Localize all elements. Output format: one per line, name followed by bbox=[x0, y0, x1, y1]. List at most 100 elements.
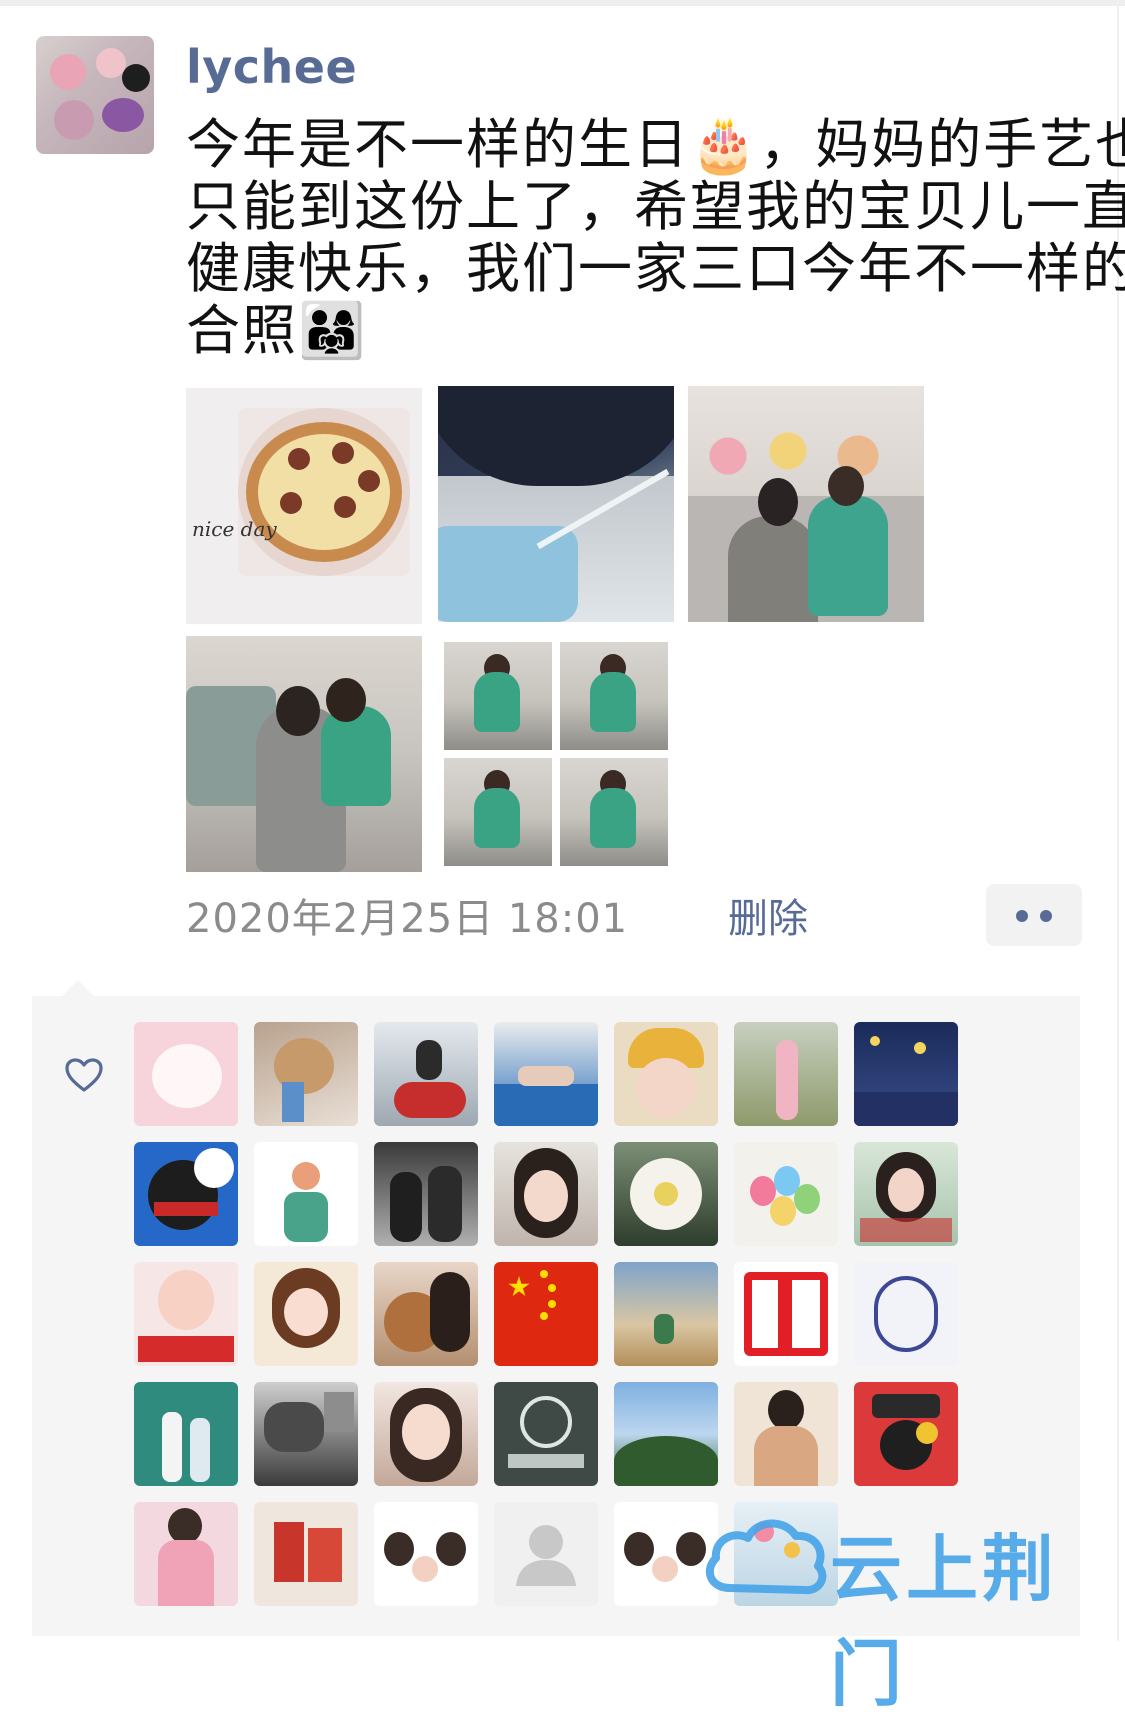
collage-child bbox=[590, 672, 636, 732]
flag-star-icon bbox=[548, 1300, 556, 1308]
post-timestamp: 2020年2月25日 18:01 bbox=[186, 896, 629, 942]
collage-cell bbox=[444, 758, 552, 866]
avatar-shape bbox=[636, 1058, 696, 1118]
photo-child bbox=[808, 496, 888, 616]
avatar-shape bbox=[768, 1390, 804, 1430]
liker-avatar[interactable] bbox=[134, 1262, 238, 1366]
photo-hat bbox=[438, 386, 674, 486]
liker-avatar[interactable] bbox=[734, 1262, 838, 1366]
avatar-shape bbox=[282, 1082, 304, 1122]
liker-avatar[interactable] bbox=[374, 1382, 478, 1486]
avatar-shape bbox=[624, 1532, 654, 1566]
liker-avatar[interactable] bbox=[374, 1022, 478, 1126]
post-photo-cake[interactable]: nice day bbox=[186, 388, 422, 624]
liker-avatar[interactable] bbox=[374, 1502, 478, 1606]
liker-avatar[interactable] bbox=[254, 1022, 358, 1126]
avatar-shape bbox=[308, 1528, 342, 1582]
avatar-shape bbox=[152, 1044, 222, 1108]
avatar-shape bbox=[860, 1218, 952, 1242]
cloud-logo-icon bbox=[705, 1519, 827, 1595]
flag-star-icon bbox=[540, 1270, 548, 1278]
flag-star-icon bbox=[508, 1276, 530, 1297]
photo-head bbox=[276, 686, 320, 736]
cake-topping bbox=[288, 448, 310, 470]
avatar-shape bbox=[158, 1540, 214, 1606]
liker-avatar[interactable] bbox=[854, 1382, 958, 1486]
liker-avatar[interactable] bbox=[254, 1382, 358, 1486]
avatar-shape bbox=[524, 1170, 568, 1222]
liker-avatar[interactable] bbox=[614, 1142, 718, 1246]
liker-avatar[interactable] bbox=[494, 1382, 598, 1486]
liker-avatar[interactable] bbox=[614, 1022, 718, 1126]
police-badge-icon bbox=[508, 1454, 584, 1468]
post-photo-collage[interactable] bbox=[438, 636, 674, 872]
liker-avatar[interactable] bbox=[734, 1382, 838, 1486]
avatar-shape bbox=[428, 1166, 462, 1242]
collage-cell bbox=[560, 758, 668, 866]
avatar-shape bbox=[274, 1522, 304, 1582]
photo-mother bbox=[728, 516, 818, 622]
heart-icon bbox=[65, 1058, 103, 1092]
more-dot-icon bbox=[1016, 910, 1028, 922]
avatar-shape bbox=[284, 1288, 328, 1336]
liker-avatar[interactable] bbox=[614, 1382, 718, 1486]
liker-avatar[interactable] bbox=[494, 1022, 598, 1126]
avatar-shape bbox=[518, 1066, 574, 1086]
avatar-shape bbox=[652, 1556, 678, 1582]
liker-avatar[interactable] bbox=[854, 1022, 958, 1126]
avatar-shape bbox=[292, 1162, 320, 1190]
liker-avatar[interactable] bbox=[134, 1142, 238, 1246]
avatar-shape bbox=[872, 1394, 940, 1418]
liker-avatar[interactable] bbox=[494, 1142, 598, 1246]
photo-mask bbox=[438, 526, 578, 622]
avatar-shape bbox=[430, 1272, 470, 1352]
liker-avatar[interactable] bbox=[374, 1262, 478, 1366]
avatar-shape bbox=[162, 1412, 182, 1482]
liker-avatar[interactable] bbox=[134, 1502, 238, 1606]
avatar-shape bbox=[284, 1192, 328, 1242]
liker-avatar[interactable] bbox=[134, 1382, 238, 1486]
cake-top bbox=[258, 434, 390, 550]
photo-head bbox=[326, 678, 366, 722]
post-photo-selfie[interactable] bbox=[438, 386, 674, 622]
photo-head bbox=[828, 466, 864, 506]
avatar-shape bbox=[436, 1532, 466, 1566]
avatar-shape bbox=[776, 1040, 798, 1120]
cake-topping bbox=[334, 496, 356, 518]
avatar-shape bbox=[324, 1392, 354, 1432]
liker-avatar[interactable] bbox=[254, 1502, 358, 1606]
delete-button[interactable]: 删除 bbox=[728, 886, 808, 944]
watermark-text: 云上荆门 bbox=[830, 1527, 1059, 1716]
liker-avatar[interactable] bbox=[854, 1142, 958, 1246]
user-avatar[interactable] bbox=[36, 36, 154, 154]
avatar-shape bbox=[654, 1314, 674, 1344]
avatar-shape bbox=[384, 1532, 414, 1566]
fu-character-icon bbox=[778, 1280, 792, 1348]
liker-avatar[interactable] bbox=[374, 1142, 478, 1246]
avatar-shape bbox=[854, 1092, 958, 1126]
collage-cell bbox=[560, 642, 668, 750]
liker-avatar[interactable] bbox=[254, 1142, 358, 1246]
avatar-shape bbox=[614, 1436, 718, 1486]
avatar-toy bbox=[102, 98, 144, 132]
post-photo-mother-daughter[interactable] bbox=[688, 386, 924, 622]
post-text-line: 只能到这份上了，希望我的宝贝儿一直 bbox=[186, 175, 1125, 238]
more-options-button[interactable] bbox=[986, 884, 1082, 946]
liker-avatar[interactable] bbox=[134, 1022, 238, 1126]
cake-topping bbox=[358, 470, 380, 492]
liker-avatar[interactable] bbox=[494, 1262, 598, 1366]
liker-avatar[interactable] bbox=[734, 1142, 838, 1246]
liker-avatar[interactable] bbox=[614, 1262, 718, 1366]
post-text-line: 健康快乐，我们一家三口今年不一样的 bbox=[186, 237, 1125, 300]
liker-avatar[interactable] bbox=[854, 1262, 958, 1366]
post-photo-hug[interactable] bbox=[186, 636, 422, 872]
liker-avatar[interactable] bbox=[734, 1022, 838, 1126]
avatar-toy bbox=[50, 54, 86, 90]
liker-avatar-default[interactable] bbox=[494, 1502, 598, 1606]
post-username[interactable]: lychee bbox=[186, 40, 357, 94]
avatar-shape bbox=[654, 1182, 678, 1206]
liker-avatar[interactable] bbox=[254, 1262, 358, 1366]
flag-star-icon bbox=[540, 1312, 548, 1320]
avatar-shape bbox=[154, 1202, 218, 1216]
avatar-shape bbox=[194, 1148, 234, 1188]
